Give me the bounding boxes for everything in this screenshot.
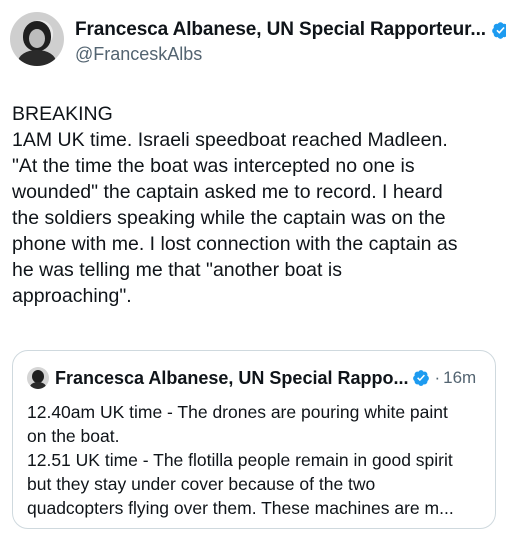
tweet-text-line: approaching". (12, 285, 132, 307)
quoted-text-line: on the boat. (27, 426, 120, 446)
quoted-avatar (27, 367, 49, 389)
quoted-separator: · (434, 368, 441, 387)
tweet-text-line: "At the time the boat was intercepted no… (12, 155, 415, 177)
quoted-tweet[interactable]: Francesca Albanese, UN Special Rappo... … (12, 350, 496, 529)
tweet-text-line: he was telling me that "another boat is (12, 259, 342, 281)
quoted-timestamp[interactable]: 16m (443, 368, 476, 388)
quoted-text-line: but they stay under cover because of the… (27, 474, 376, 494)
quoted-text-line: quadcopters flying over them. These mach… (27, 498, 454, 518)
tweet-text: BREAKING 1AM UK time. Israeli speedboat … (12, 101, 500, 309)
verified-badge-icon (492, 21, 506, 39)
tweet-text-line: the soldiers speaking while the captain … (12, 207, 446, 229)
quoted-tweet-header: Francesca Albanese, UN Special Rappo... … (27, 367, 476, 389)
verified-badge-icon (413, 370, 430, 386)
author-handle[interactable]: @FranceskAlbs (75, 44, 506, 65)
quoted-text-line: 12.51 UK time - The flotilla people rema… (27, 450, 453, 470)
author-display-name[interactable]: Francesca Albanese, UN Special Rapporteu… (75, 19, 486, 41)
name-row: Francesca Albanese, UN Special Rapporteu… (75, 19, 506, 41)
tweet-text-line: 1AM UK time. Israeli speedboat reached M… (12, 129, 448, 151)
tweet-text-line: phone with me. I lost connection with th… (12, 233, 458, 255)
tweet: Francesca Albanese, UN Special Rapporteu… (0, 0, 506, 540)
quoted-display-name: Francesca Albanese, UN Special Rappo... (55, 367, 409, 388)
tweet-header: Francesca Albanese, UN Special Rapporteu… (10, 12, 506, 66)
tweet-text-line: wounded" the captain asked me to record.… (12, 181, 443, 203)
avatar[interactable] (10, 12, 64, 66)
quoted-tweet-text: 12.40am UK time - The drones are pouring… (27, 400, 489, 520)
quoted-text-line: 12.40am UK time - The drones are pouring… (27, 402, 448, 422)
author-block: Francesca Albanese, UN Special Rapporteu… (75, 19, 506, 65)
tweet-text-line: BREAKING (12, 103, 113, 125)
